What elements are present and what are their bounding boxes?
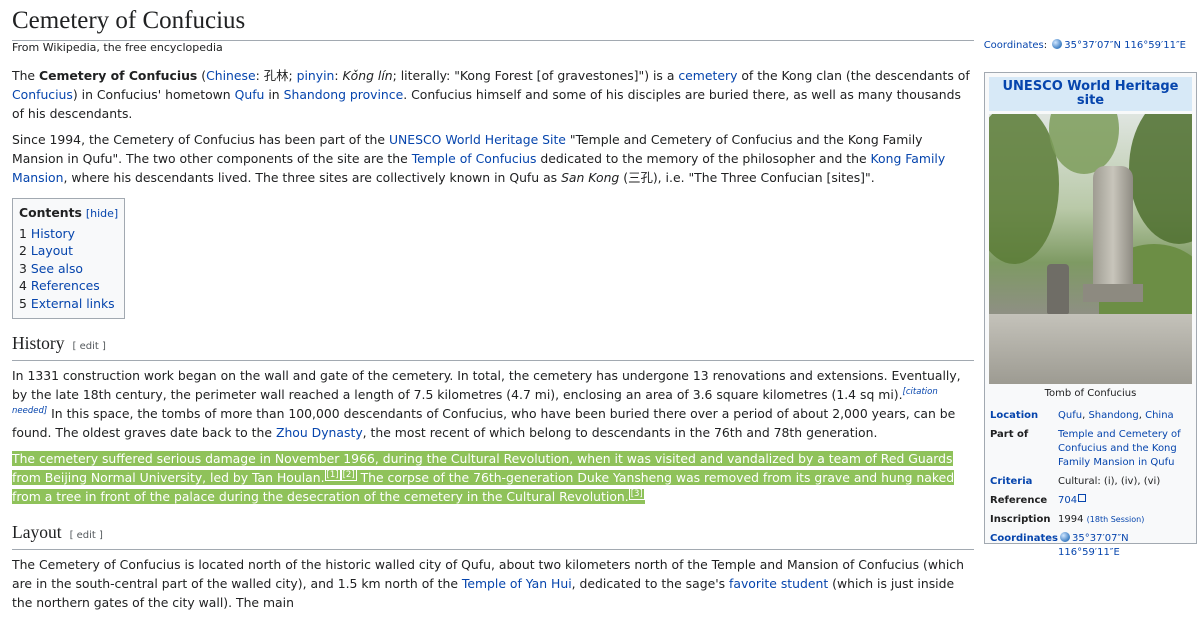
globe-icon[interactable] bbox=[1052, 39, 1063, 49]
criteria-label[interactable]: Criteria bbox=[989, 473, 1058, 492]
history-paragraph-2: The cemetery suffered serious damage in … bbox=[12, 449, 974, 506]
section-heading-history: History[ edit ] bbox=[12, 331, 974, 361]
link-qufu[interactable]: Qufu bbox=[235, 87, 265, 102]
link-infobox-shandong[interactable]: Shandong bbox=[1088, 410, 1138, 421]
inscription-session-link[interactable]: (18th Session) bbox=[1087, 515, 1145, 524]
reference-label: Reference bbox=[990, 495, 1048, 506]
intro-paragraph-2: Since 1994, the Cemetery of Confucius ha… bbox=[12, 132, 946, 185]
link-temple-of-yan-hui[interactable]: Temple of Yan Hui bbox=[462, 576, 572, 591]
page-title: Cemetery of Confucius bbox=[12, 4, 974, 41]
tomb-photo[interactable] bbox=[989, 114, 1192, 384]
table-of-contents: Contents [hide] 1 History 2 Layout 3 See al… bbox=[12, 198, 126, 319]
infobox-row-inscription: Inscription 1994 (18th Session) bbox=[989, 511, 1192, 530]
infobox-title[interactable]: UNESCO World Heritage site bbox=[989, 77, 1192, 111]
inscription-year: 1994 bbox=[1058, 514, 1084, 525]
toc-item-references[interactable]: 4 References bbox=[19, 277, 118, 295]
link-zhou-dynasty[interactable]: Zhou Dynasty bbox=[276, 425, 363, 440]
toc-item-external-links[interactable]: 5 External links bbox=[19, 295, 118, 313]
highlighted-text: The cemetery suffered serious damage in … bbox=[12, 451, 955, 504]
part-of-label: Part of bbox=[990, 429, 1029, 440]
coordinates-label[interactable]: Coordinates bbox=[984, 40, 1044, 51]
toc-hide-toggle[interactable]: [hide] bbox=[86, 207, 118, 220]
toc-heading: Contents bbox=[19, 205, 82, 220]
link-shandong-province[interactable]: Shandong province bbox=[284, 87, 404, 102]
ref-2-link[interactable]: [2] bbox=[340, 468, 357, 481]
toc-item-see-also[interactable]: 3 See also bbox=[19, 260, 118, 278]
layout-paragraph-1: The Cemetery of Confucius is located nor… bbox=[12, 557, 964, 610]
photo-caption: Tomb of Confucius bbox=[1044, 388, 1137, 399]
link-chinese[interactable]: Chinese bbox=[206, 68, 256, 83]
infobox-row-part-of: Part of Temple and Cemetery of Confucius… bbox=[989, 426, 1192, 473]
link-temple-of-confucius[interactable]: Temple of Confucius bbox=[412, 151, 537, 166]
link-confucius[interactable]: Confucius bbox=[12, 87, 73, 102]
ref-3-link[interactable]: [3] bbox=[628, 487, 645, 500]
link-infobox-qufu[interactable]: Qufu bbox=[1058, 410, 1082, 421]
infobox-row-reference: Reference 704 bbox=[989, 492, 1192, 511]
link-cemetery[interactable]: cemetery bbox=[678, 68, 737, 83]
link-favorite-student[interactable]: favorite student bbox=[729, 576, 828, 591]
edit-layout-link[interactable]: [ edit ] bbox=[70, 530, 103, 541]
link-part-of[interactable]: Temple and Cemetery of Confucius and the… bbox=[1058, 429, 1181, 468]
location-label[interactable]: Location bbox=[989, 407, 1058, 426]
edit-history-link[interactable]: [ edit ] bbox=[73, 341, 106, 352]
infobox-row-criteria: Criteria Cultural: (i), (iv), (vi) bbox=[989, 473, 1192, 492]
globe-icon[interactable] bbox=[1060, 532, 1070, 542]
reference-link[interactable]: 704 bbox=[1058, 495, 1077, 506]
inscription-label: Inscription bbox=[990, 514, 1051, 525]
ref-1-link[interactable]: [1] bbox=[324, 468, 341, 481]
article-subject: Cemetery of Confucius bbox=[38, 68, 198, 83]
article-content: The Cemetery of Confucius (Chinese: 孔林; … bbox=[12, 66, 974, 619]
infobox-row-location: Location Qufu, Shandong, China bbox=[989, 407, 1192, 426]
link-pinyin[interactable]: pinyin bbox=[297, 68, 335, 83]
history-paragraph-1: In 1331 construction work began on the w… bbox=[12, 368, 961, 440]
toc-item-history[interactable]: 1 History bbox=[19, 225, 118, 243]
infobox-row-coordinates: Coordinates 35°37′07″N 116°59′11″E bbox=[989, 530, 1192, 563]
infobox: UNESCO World Heritage site Tomb of Confu… bbox=[984, 72, 1197, 558]
criteria-value: Cultural: (i), (iv), (vi) bbox=[1058, 476, 1161, 487]
toc-item-layout[interactable]: 2 Layout bbox=[19, 242, 118, 260]
tagline: From Wikipedia, the free encyclopedia bbox=[12, 41, 223, 54]
intro-paragraph-1: The Cemetery of Confucius (Chinese: 孔林; … bbox=[12, 68, 970, 121]
coordinates-top: Coordinates: 35°37′07″N 116°59′11″E bbox=[983, 39, 1186, 51]
infobox-table: Location Qufu, Shandong, China Part of T… bbox=[989, 407, 1192, 563]
external-link-icon bbox=[1078, 494, 1087, 502]
section-heading-layout: Layout[ edit ] bbox=[12, 520, 974, 550]
coordinates-link[interactable]: 35°37′07″N 116°59′11″E bbox=[1064, 40, 1186, 51]
infobox-coordinates-label[interactable]: Coordinates bbox=[989, 530, 1058, 563]
link-infobox-china[interactable]: China bbox=[1145, 410, 1174, 421]
link-unesco-whs[interactable]: UNESCO World Heritage Site bbox=[389, 132, 566, 147]
